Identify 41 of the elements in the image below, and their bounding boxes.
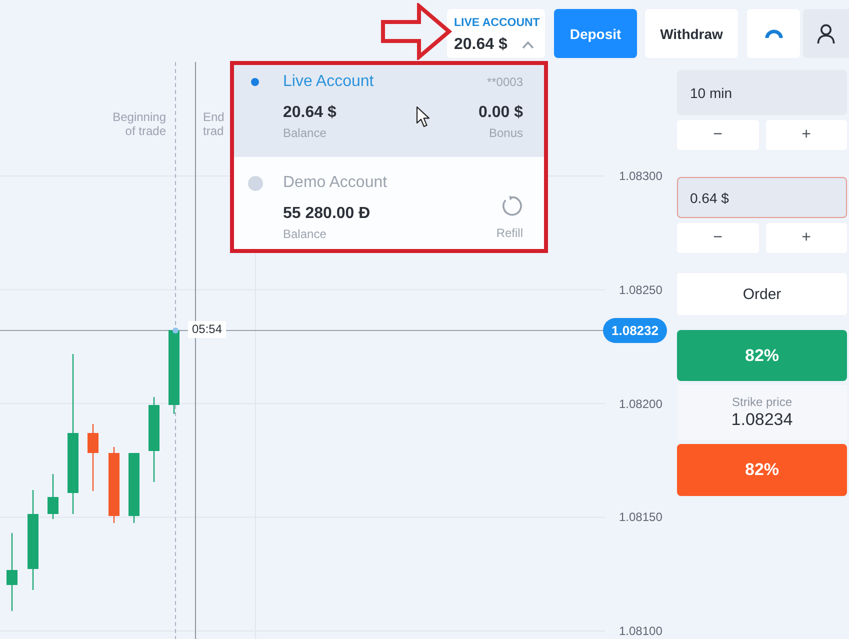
amount-field[interactable]: 0.64 $ (677, 177, 847, 218)
profile-button[interactable] (803, 9, 849, 58)
refresh-icon (501, 195, 523, 217)
withdraw-button[interactable]: Withdraw (645, 9, 738, 58)
price-axis-label: 1.08200 (619, 396, 662, 412)
trade-end-label: End trad (203, 110, 226, 138)
price-axis-label: 1.08150 (619, 509, 662, 526)
countdown-timer: 05:54 (188, 321, 226, 338)
order-button[interactable]: Order (677, 273, 847, 315)
user-icon (817, 24, 835, 44)
candle (88, 424, 98, 491)
bonus-amount: 0.00 $ (478, 103, 523, 123)
candle (48, 474, 58, 519)
account-switcher[interactable]: LIVE ACCOUNT 20.64 $ (447, 9, 545, 58)
arc-icon (764, 28, 782, 38)
balance-label: Balance (283, 227, 326, 241)
mouse-pointer-icon (416, 106, 431, 128)
candle (128, 453, 140, 523)
account-name: Live Account (283, 72, 374, 92)
price-axis-label: 1.08100 (619, 623, 662, 639)
bonus-label: Bonus (488, 126, 523, 140)
strike-price-value: 1.08234 (731, 410, 793, 430)
account-number: **0003 (486, 74, 523, 91)
strike-price-label: Strike price (732, 395, 792, 410)
price-marker-icon (172, 328, 178, 334)
decrease-button[interactable]: − (677, 120, 758, 150)
decrease-button[interactable]: − (677, 223, 758, 253)
balance-label: Balance (283, 126, 326, 140)
account-option[interactable]: Demo Account 55 280.00 Đ Balance Refill (234, 157, 544, 249)
duration-field[interactable]: 10 min (677, 70, 847, 115)
account-option[interactable]: Live Account 20.64 $ Balance **0003 0.00 $ Bonus (234, 65, 544, 157)
price-axis-label: 1.08300 (619, 168, 662, 184)
arc-button[interactable] (747, 9, 800, 58)
increase-button[interactable]: + (766, 223, 847, 253)
account-name: Demo Account (283, 173, 388, 193)
price-axis-label: 1.08250 (619, 282, 662, 298)
account-balance: 55 280.00 Đ (283, 204, 370, 224)
trade-start-label: Beginning of trade (112, 110, 166, 138)
account-balance: 20.64 $ (283, 103, 336, 123)
increase-button[interactable]: + (766, 120, 847, 150)
current-price-badge: 1.08232 (603, 318, 667, 343)
